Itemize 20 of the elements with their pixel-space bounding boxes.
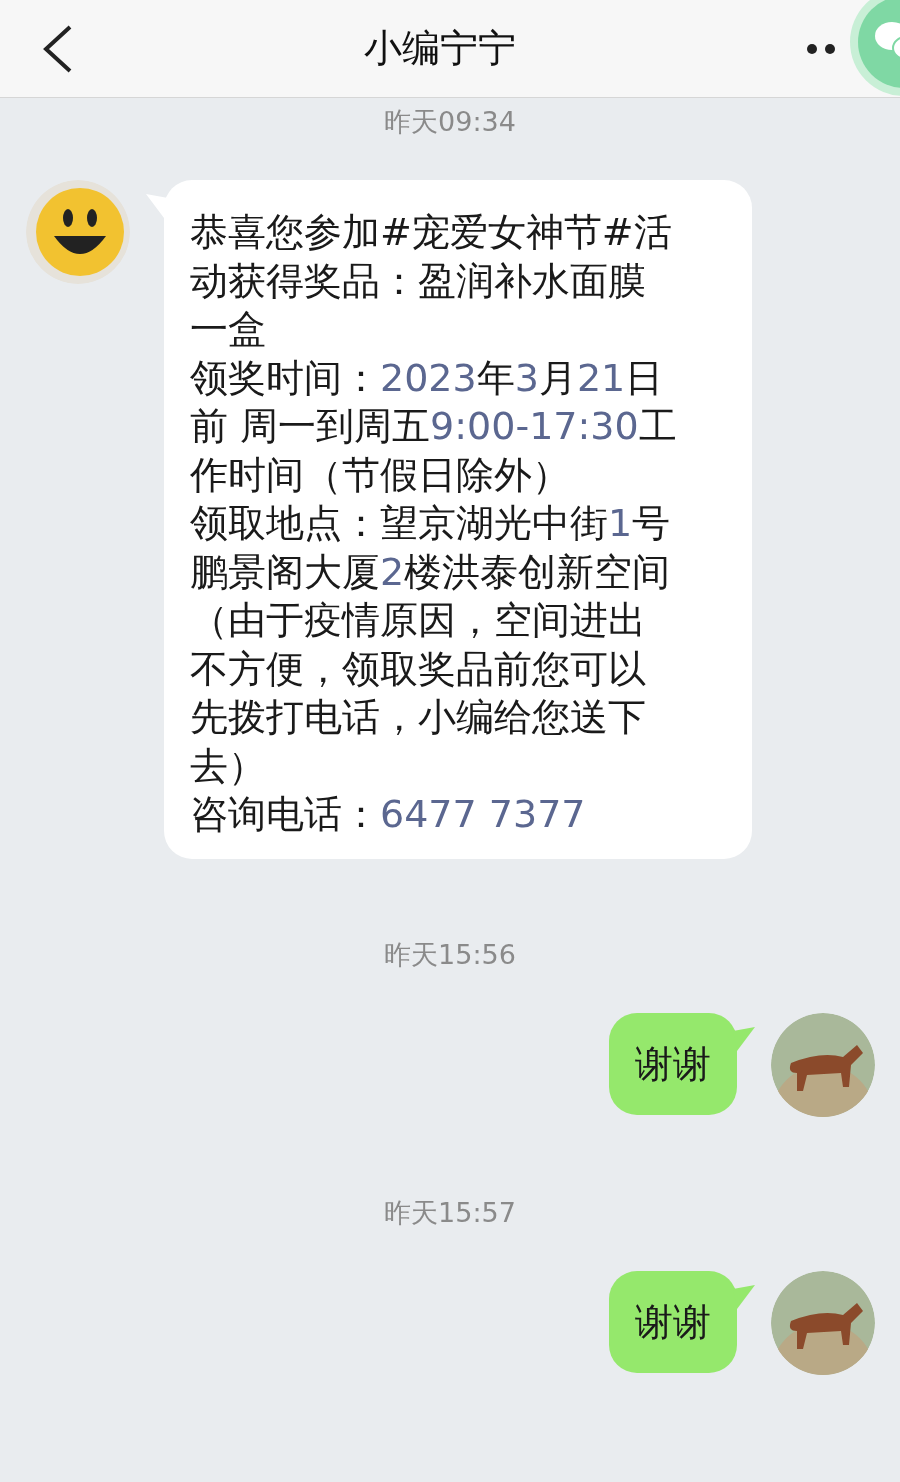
message-text: 去） — [190, 742, 267, 790]
message-text: 动获得奖品：盈润补水面膜 — [190, 257, 647, 305]
message-text: （由于疫情原因，空间进出 — [190, 597, 647, 644]
more-icon[interactable] — [806, 42, 836, 55]
chat-title: 小编宁宁 — [364, 25, 516, 72]
message-text: 一盒 — [190, 306, 267, 353]
message-text: 谢谢 — [635, 1040, 711, 1088]
message-text: 前 周一到周五9:00-17:30工 — [190, 403, 678, 450]
message-text: 领奖时间：2023年3月 21 日 — [190, 354, 665, 402]
message-text: 作时间（节假日除外） — [190, 451, 571, 499]
message-text: 先拨打电话，小编给您送下 — [190, 694, 647, 741]
message-text: 恭喜您参加#宠爱女神节#活 — [190, 209, 673, 256]
message-text: 不方便，领取奖品前您可以 — [190, 645, 647, 693]
message-text: 咨询电话：6477 7377 — [190, 791, 587, 838]
message-text: 领取地点：望京湖光中街1号 — [190, 500, 672, 547]
message-text: 谢谢 — [635, 1298, 711, 1346]
timestamp: 昨天15:57 — [384, 1195, 516, 1230]
timestamp: 昨天09:34 — [384, 105, 516, 139]
timestamp: 昨天15:56 — [384, 937, 516, 972]
message-text: 鹏景阁大厦2楼洪泰创新空间 — [190, 548, 672, 596]
